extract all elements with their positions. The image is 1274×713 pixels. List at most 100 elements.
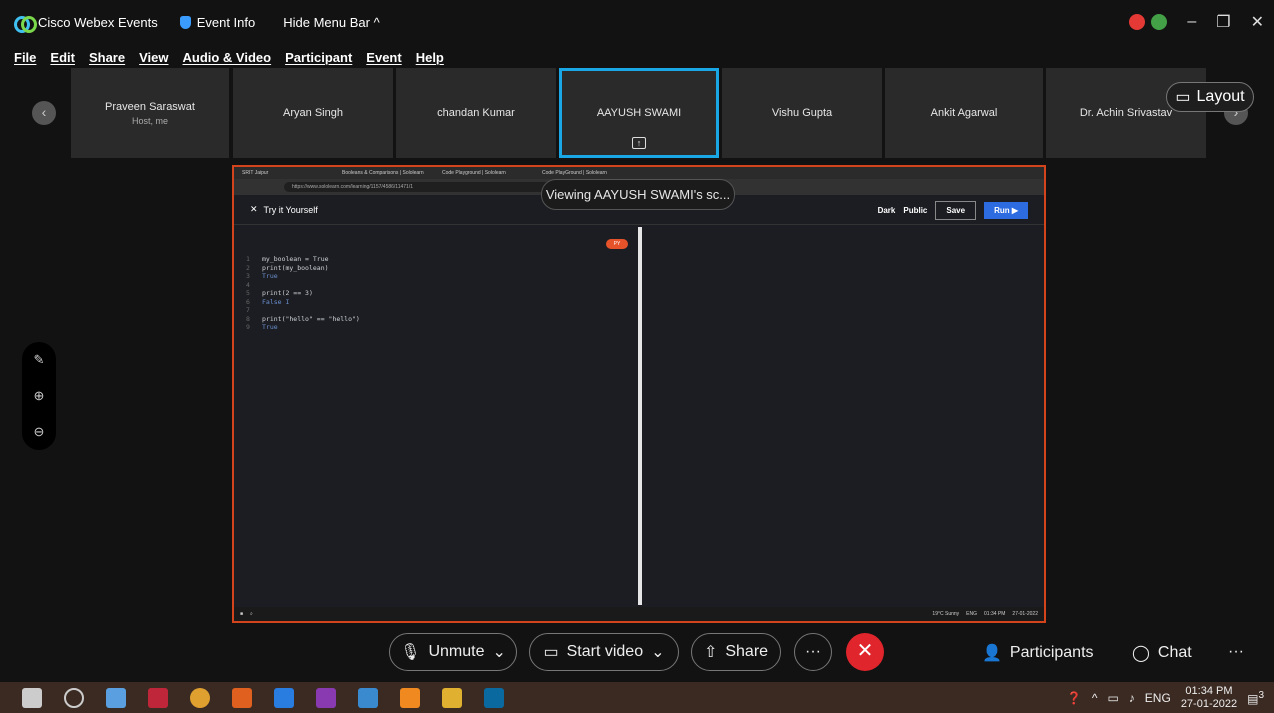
line-number: 2 <box>246 263 250 272</box>
app-icon[interactable] <box>400 687 420 708</box>
clock-date: 27-01-2022 <box>1180 697 1238 710</box>
code-line: 7 <box>246 306 360 315</box>
zoom-out-icon[interactable]: ⊖ <box>34 424 45 440</box>
participant-tile[interactable]: chandan Kumar <box>396 68 556 158</box>
clock-time: 01:34 PM <box>1185 684 1233 697</box>
volume-icon[interactable]: ♪ <box>1129 691 1135 705</box>
menu-share[interactable]: Share <box>89 50 125 65</box>
webex-icon[interactable] <box>484 687 504 708</box>
menu-edit[interactable]: Edit <box>50 50 75 65</box>
audio-indicator-icon <box>1151 14 1168 30</box>
windows-icon: ■ <box>240 611 244 617</box>
app-icon[interactable] <box>148 687 168 708</box>
menu-audio-video[interactable]: Audio & Video <box>183 50 272 65</box>
participants-label: Participants <box>1009 644 1094 661</box>
app-name: Cisco Webex Events <box>38 14 158 30</box>
more-button[interactable]: ··· <box>794 633 832 671</box>
line-text: print(my_boolean) <box>262 263 329 272</box>
code-line: 8 print("hello" == "hello") <box>246 315 360 324</box>
menu-event[interactable]: Event <box>366 50 401 65</box>
unmute-label: Unmute <box>428 643 485 660</box>
app-icon[interactable] <box>106 687 126 708</box>
line-text: False I <box>262 297 290 306</box>
time-text: 01:34 PM <box>984 611 1006 617</box>
layout-button[interactable]: ▭ Layout <box>1166 82 1254 112</box>
menu-participant[interactable]: Participant <box>285 50 352 65</box>
lang-indicator[interactable]: ENG <box>1145 691 1171 705</box>
search-icon: ⌕ <box>250 611 253 617</box>
participant-name: Aryan Singh <box>283 107 343 119</box>
onenote-icon[interactable] <box>316 687 336 708</box>
date-text: 27-01-2022 <box>1012 611 1038 617</box>
app-icon[interactable] <box>358 687 378 708</box>
participant-strip: ‹ Praveen Saraswat Host, me Aryan Singh … <box>0 68 1274 160</box>
chevron-up-icon[interactable]: ^ <box>1092 691 1098 705</box>
event-info-button[interactable]: Event Info <box>179 15 255 30</box>
sharing-icon: ↑ <box>632 137 646 149</box>
clock[interactable]: 01:34 PM 27-01-2022 <box>1181 685 1237 711</box>
search-icon[interactable] <box>64 687 84 708</box>
line-number: 5 <box>246 289 250 297</box>
help-icon[interactable]: ❓ <box>1067 691 1082 705</box>
participants-button[interactable]: 👤 Participants <box>982 643 1094 663</box>
chrome-icon[interactable] <box>190 687 210 708</box>
annotate-icon[interactable]: ✎ <box>34 352 45 368</box>
unmute-button[interactable]: 🎙 Unmute ⌄ <box>389 633 517 671</box>
code-editor: PY 1 my_boolean = True 2 print(my_boolean)… <box>234 227 638 605</box>
line-number: 1 <box>246 255 250 263</box>
overflow-button[interactable]: ··· <box>1228 643 1244 661</box>
menu-bar: File Edit Share View Audio & Video Parti… <box>0 44 1274 70</box>
battery-icon: ▭ <box>1107 690 1119 705</box>
participant-tile[interactable]: Praveen Saraswat Host, me <box>71 68 229 158</box>
line-number: 7 <box>246 306 250 314</box>
minimize-button[interactable]: – <box>1187 13 1196 31</box>
viewing-banner: Viewing AAYUSH SWAMI's sc... <box>541 179 735 210</box>
line-text: my_boolean = True <box>262 255 329 263</box>
hide-menu-label: Hide Menu Bar ^ <box>283 14 380 30</box>
participant-tile[interactable]: Ankit Agarwal <box>885 68 1043 158</box>
playground-actions: Dark Public Save Run ▶ <box>878 201 1028 220</box>
restore-button[interactable]: ❐ <box>1216 12 1230 32</box>
file-explorer-icon[interactable] <box>442 687 462 708</box>
start-video-label: Start video <box>566 643 644 660</box>
app-icon[interactable] <box>232 687 252 708</box>
run-button: Run ▶ <box>984 202 1028 219</box>
share-button[interactable]: ⇧ Share <box>691 633 781 671</box>
app-title: Cisco Webex Events <box>14 14 158 33</box>
notifications-icon[interactable]: ▤3 <box>1247 690 1264 706</box>
menu-file[interactable]: File <box>14 50 36 65</box>
code-line: 1 my_boolean = True <box>246 255 360 264</box>
code-line: 9 True <box>246 323 360 332</box>
line-number: 8 <box>246 314 250 323</box>
participant-tile[interactable]: Vishu Gupta <box>722 68 882 158</box>
share-icon: ⇧ <box>703 644 718 661</box>
end-call-button[interactable]: ✕ <box>846 633 884 671</box>
line-text: print(2 == 3) <box>262 289 313 297</box>
hide-menu-bar-button[interactable]: Hide Menu Bar ^ <box>283 15 379 30</box>
annotation-toolbar: ✎ ⊕ ⊖ <box>22 342 56 450</box>
zoom-in-icon[interactable]: ⊕ <box>34 388 45 404</box>
webex-window: Cisco Webex Events Event Info Hide Menu … <box>0 0 1274 713</box>
line-number: 6 <box>246 297 250 306</box>
code-lines: 1 my_boolean = True 2 print(my_boolean) 3 T… <box>246 255 360 332</box>
webex-logo-icon <box>14 15 37 33</box>
start-video-button[interactable]: ▭ Start video ⌄ <box>529 633 679 671</box>
menu-help[interactable]: Help <box>416 50 444 65</box>
overflow-label: ··· <box>1228 643 1244 660</box>
chat-button[interactable]: ◯ Chat <box>1132 643 1192 663</box>
shared-taskbar: ■ ⌕ 19°C Sunny ENG 01:34 PM 27-01-2022 <box>234 607 1044 621</box>
more-label: ··· <box>805 643 821 660</box>
line-number: 4 <box>246 280 250 289</box>
close-button[interactable]: ✕ <box>1251 12 1264 32</box>
strip-prev-button[interactable]: ‹ <box>32 101 56 125</box>
participant-tile[interactable]: Aryan Singh <box>233 68 393 158</box>
app-icon[interactable] <box>274 687 294 708</box>
browser-tab: Code PlayGround | Sololearn <box>542 170 607 176</box>
layout-label: Layout <box>1196 88 1245 105</box>
menu-view[interactable]: View <box>139 50 168 65</box>
windows-start-icon[interactable] <box>22 687 42 708</box>
public-toggle: Public <box>903 206 928 215</box>
participant-tile-active[interactable]: AAYUSH SWAMI ↑ <box>559 68 719 158</box>
windows-taskbar: ❓ ^ ▭ ♪ ENG 01:34 PM 27-01-2022 ▤3 <box>0 682 1274 713</box>
info-shield-icon <box>179 15 191 29</box>
